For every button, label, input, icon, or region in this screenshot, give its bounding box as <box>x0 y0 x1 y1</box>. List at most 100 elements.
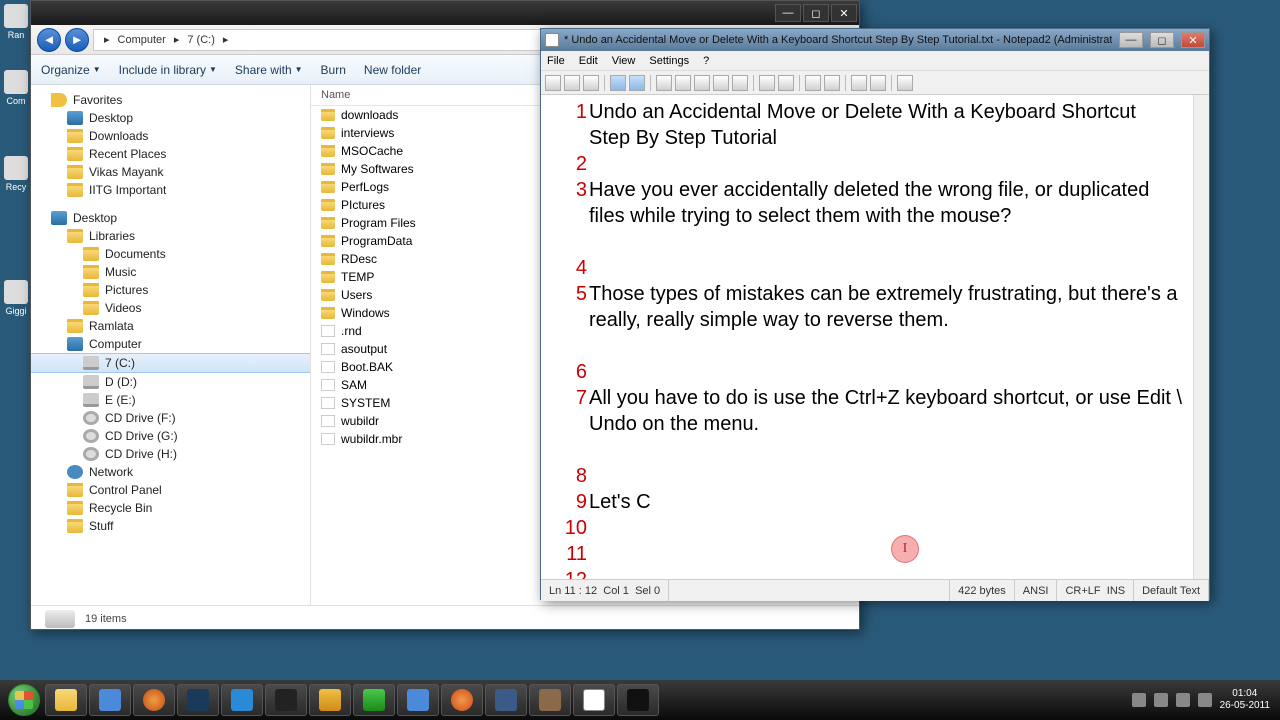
minimize-button[interactable]: — <box>1119 32 1143 48</box>
tree-drive[interactable]: D (D:) <box>31 373 310 391</box>
item-count: 19 items <box>85 613 127 625</box>
copy-icon[interactable] <box>675 75 691 91</box>
taskbar-item-explorer[interactable] <box>45 684 87 716</box>
taskbar-item-cmd[interactable] <box>617 684 659 716</box>
tree-favorites[interactable]: Favorites <box>31 91 310 109</box>
tree-recycle-bin[interactable]: Recycle Bin <box>31 499 310 517</box>
tool-icon[interactable] <box>897 75 913 91</box>
desktop-icon[interactable]: Ran <box>2 4 30 40</box>
tree-item[interactable]: Ramlata <box>31 317 310 335</box>
tree-drive[interactable]: CD Drive (G:) <box>31 427 310 445</box>
tree-desktop[interactable]: Desktop <box>31 209 310 227</box>
taskbar-item[interactable] <box>353 684 395 716</box>
menu-help[interactable]: ? <box>703 55 709 67</box>
notepad2-titlebar[interactable]: * Undo an Accidental Move or Delete With… <box>541 29 1209 51</box>
menu-file[interactable]: File <box>547 55 565 67</box>
taskbar-item[interactable] <box>485 684 527 716</box>
tool-icon[interactable] <box>851 75 867 91</box>
text-content[interactable]: Undo an Accidental Move or Delete With a… <box>589 95 1193 579</box>
clock[interactable]: 01:04 26-05-2011 <box>1220 688 1270 712</box>
tree-item[interactable]: Vikas Mayank <box>31 163 310 181</box>
burn-button[interactable]: Burn <box>321 63 346 77</box>
taskbar-item[interactable] <box>177 684 219 716</box>
tree-item[interactable]: Documents <box>31 245 310 263</box>
maximize-button[interactable]: ◻ <box>1150 32 1174 48</box>
undo-icon[interactable] <box>610 75 626 91</box>
folder-icon <box>321 253 335 265</box>
minimize-button[interactable]: — <box>775 4 801 22</box>
tree-drive[interactable]: CD Drive (H:) <box>31 445 310 463</box>
back-button[interactable]: ◄ <box>37 28 61 52</box>
tray-icon[interactable] <box>1154 693 1168 707</box>
replace-icon[interactable] <box>732 75 748 91</box>
menu-view[interactable]: View <box>612 55 636 67</box>
desktop-icon[interactable]: Recy <box>2 156 30 192</box>
nav-tree[interactable]: Favorites Desktop Downloads Recent Place… <box>31 85 311 605</box>
find-icon[interactable] <box>713 75 729 91</box>
redo-icon[interactable] <box>629 75 645 91</box>
maximize-button[interactable]: ◻ <box>803 4 829 22</box>
start-button[interactable] <box>4 680 44 720</box>
open-icon[interactable] <box>564 75 580 91</box>
zoomout-icon[interactable] <box>824 75 840 91</box>
taskbar-item[interactable] <box>397 684 439 716</box>
tree-item[interactable]: Stuff <box>31 517 310 535</box>
notepad2-window: * Undo an Accidental Move or Delete With… <box>540 28 1210 600</box>
tool-icon[interactable] <box>778 75 794 91</box>
new-folder-button[interactable]: New folder <box>364 63 421 77</box>
tree-computer[interactable]: Computer <box>31 335 310 353</box>
taskbar: 01:04 26-05-2011 <box>0 680 1280 720</box>
tree-item[interactable]: Music <box>31 263 310 281</box>
organize-button[interactable]: Organize▼ <box>41 63 101 77</box>
file-icon <box>321 415 335 427</box>
zoomin-icon[interactable] <box>805 75 821 91</box>
taskbar-item[interactable] <box>265 684 307 716</box>
tray-icon[interactable] <box>1132 693 1146 707</box>
system-tray[interactable]: 01:04 26-05-2011 <box>1132 688 1276 712</box>
tool-icon[interactable] <box>870 75 886 91</box>
tree-item[interactable]: Desktop <box>31 109 310 127</box>
explorer-statusbar: 19 items <box>31 605 859 631</box>
editor-area[interactable]: 123456789101112 Undo an Accidental Move … <box>541 95 1209 579</box>
taskbar-item[interactable] <box>221 684 263 716</box>
tree-drive[interactable]: E (E:) <box>31 391 310 409</box>
desktop-icon[interactable]: Giggi <box>2 280 30 316</box>
tree-item[interactable]: Videos <box>31 299 310 317</box>
volume-icon[interactable] <box>1198 693 1212 707</box>
menu-edit[interactable]: Edit <box>579 55 598 67</box>
close-button[interactable]: ✕ <box>831 4 857 22</box>
tree-drive[interactable]: CD Drive (F:) <box>31 409 310 427</box>
tree-drive-c[interactable]: 7 (C:) <box>31 353 310 373</box>
tree-item[interactable]: Pictures <box>31 281 310 299</box>
tree-item[interactable]: Recent Places <box>31 145 310 163</box>
tree-control-panel[interactable]: Control Panel <box>31 481 310 499</box>
taskbar-item-firefox[interactable] <box>441 684 483 716</box>
tree-network[interactable]: Network <box>31 463 310 481</box>
menu-settings[interactable]: Settings <box>649 55 689 67</box>
tree-libraries[interactable]: Libraries <box>31 227 310 245</box>
taskbar-item[interactable] <box>529 684 571 716</box>
share-with-button[interactable]: Share with▼ <box>235 63 303 77</box>
taskbar-item[interactable] <box>89 684 131 716</box>
new-icon[interactable] <box>545 75 561 91</box>
cut-icon[interactable] <box>656 75 672 91</box>
close-button[interactable]: ✕ <box>1181 32 1205 48</box>
desktop-icon[interactable]: Com <box>2 70 30 106</box>
include-library-button[interactable]: Include in library▼ <box>119 63 217 77</box>
notepad2-statusbar: Ln 11 : 12 Col 1 Sel 0 422 bytes ANSI CR… <box>541 579 1209 601</box>
explorer-titlebar[interactable]: — ◻ ✕ <box>31 1 859 25</box>
tree-item[interactable]: IITG Important <box>31 181 310 199</box>
wordwrap-icon[interactable] <box>759 75 775 91</box>
scrollbar[interactable] <box>1193 95 1209 579</box>
tree-item[interactable]: Downloads <box>31 127 310 145</box>
taskbar-item-notepad2[interactable] <box>573 684 615 716</box>
folder-icon <box>321 289 335 301</box>
save-icon[interactable] <box>583 75 599 91</box>
taskbar-item[interactable] <box>309 684 351 716</box>
paste-icon[interactable] <box>694 75 710 91</box>
taskbar-item[interactable] <box>133 684 175 716</box>
file-icon <box>321 361 335 373</box>
folder-icon <box>321 199 335 211</box>
tray-icon[interactable] <box>1176 693 1190 707</box>
forward-button[interactable]: ► <box>65 28 89 52</box>
